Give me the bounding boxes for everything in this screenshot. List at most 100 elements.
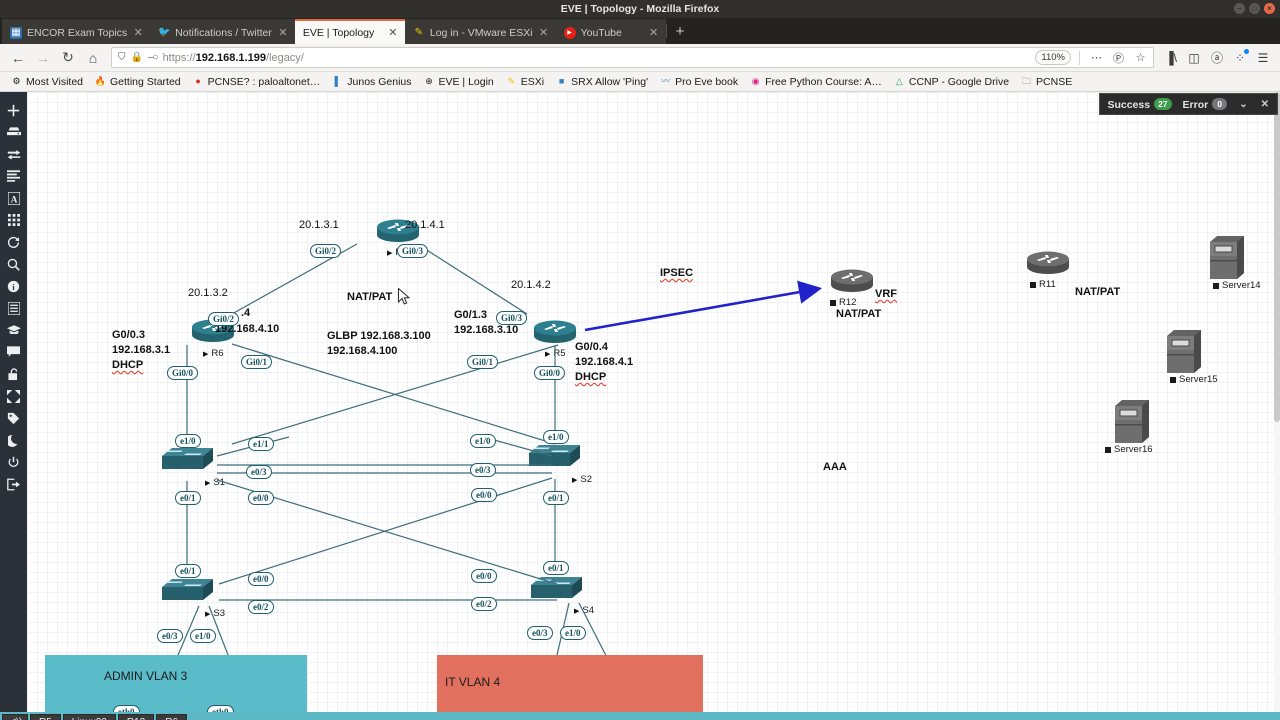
- iface-label[interactable]: Gi0/1: [241, 355, 273, 369]
- tab-eve-topology[interactable]: EVE | Topology ✕: [294, 19, 405, 44]
- bookmark-esxi[interactable]: ✎ ESXi: [501, 73, 549, 90]
- logs-icon[interactable]: [0, 297, 27, 319]
- tab-close-icon[interactable]: ✕: [648, 26, 660, 39]
- sound-icon[interactable]: ◀)): [2, 714, 28, 720]
- annotation-aaa[interactable]: AAA: [823, 461, 847, 473]
- url-bar[interactable]: ⛉ 🔒 –○ https://192.168.1.199/legacy/ 110…: [111, 47, 1154, 68]
- node-r12[interactable]: [829, 268, 875, 299]
- iface-label[interactable]: Gi0/0: [534, 366, 566, 380]
- bookmark-star-icon[interactable]: ☆: [1132, 49, 1149, 66]
- node-s2[interactable]: [529, 445, 580, 474]
- bookmark-eve-login[interactable]: ⊕ EVE | Login: [419, 73, 499, 90]
- unlock-icon[interactable]: [0, 363, 27, 385]
- text-object-icon[interactable]: A: [0, 187, 27, 209]
- annotation-g0-0-3[interactable]: G0/0.3: [112, 329, 145, 341]
- comment-icon[interactable]: [0, 341, 27, 363]
- iface-label[interactable]: e0/1: [175, 491, 201, 505]
- sidebars-icon[interactable]: ◫: [1184, 47, 1204, 69]
- info-icon[interactable]: i: [0, 275, 27, 297]
- node-r5[interactable]: [532, 319, 578, 350]
- scrollbar-thumb[interactable]: [1274, 92, 1280, 422]
- page-actions-icon[interactable]: ⋯: [1088, 49, 1105, 66]
- annotation-nat-pat-center[interactable]: NAT/PAT: [347, 291, 392, 303]
- annotation-vrf[interactable]: VRF: [875, 288, 897, 300]
- iface-label[interactable]: Gi0/0: [167, 366, 199, 380]
- grid-icon[interactable]: [0, 209, 27, 231]
- add-object-icon[interactable]: [0, 99, 27, 121]
- bookmark-ccnp-google-drive[interactable]: △ CCNP - Google Drive: [889, 73, 1014, 90]
- taskbar-window-linux30[interactable]: Linux30: [62, 714, 116, 720]
- annotation-dhcp-right[interactable]: DHCP: [575, 371, 606, 383]
- iface-label[interactable]: e0/1: [175, 564, 201, 578]
- annotation-nat-pat-r11[interactable]: NAT/PAT: [1075, 286, 1120, 298]
- tab-close-icon[interactable]: ✕: [387, 26, 399, 39]
- taskbar-window-r13[interactable]: R13: [117, 714, 155, 720]
- bookmark-srx-allow-ping[interactable]: ■ SRX Allow 'Ping': [551, 73, 653, 90]
- annotation-20-1-4-1[interactable]: 20.1.4.1: [405, 219, 445, 231]
- minimize-button[interactable]: –: [1234, 3, 1245, 14]
- annotation-20-1-4-2[interactable]: 20.1.4.2: [511, 279, 551, 291]
- reload-button[interactable]: ↻: [57, 47, 79, 69]
- iface-label[interactable]: Gi0/2: [208, 312, 240, 326]
- network-icon[interactable]: [0, 143, 27, 165]
- annotation-g0-1-3[interactable]: G0/1.3: [454, 309, 487, 321]
- node-s4[interactable]: [531, 577, 582, 606]
- iface-label[interactable]: e0/1: [543, 491, 569, 505]
- close-button[interactable]: ×: [1264, 3, 1275, 14]
- bookmark-getting-started[interactable]: 🔥 Getting Started: [90, 73, 186, 90]
- iface-label[interactable]: eth0: [113, 705, 140, 712]
- iface-label[interactable]: e0/0: [248, 572, 274, 586]
- annotation-nat-pat-r12[interactable]: NAT/PAT: [836, 308, 881, 320]
- annotation-192-168-3-10[interactable]: 192.168.3.10: [454, 324, 518, 336]
- bookmark-free-python-course[interactable]: ◉ Free Python Course: A…: [745, 73, 887, 90]
- iface-label[interactable]: e0/3: [157, 629, 183, 643]
- annotation-dot4[interactable]: .4: [241, 307, 250, 319]
- node-s1[interactable]: [162, 448, 213, 477]
- annotation-20-1-3-1[interactable]: 20.1.3.1: [299, 219, 339, 231]
- iface-label[interactable]: e0/0: [471, 488, 497, 502]
- tracking-shield-icon[interactable]: ⛉: [118, 52, 126, 63]
- fullscreen-icon[interactable]: [0, 385, 27, 407]
- node-r11[interactable]: [1025, 250, 1071, 281]
- iface-label[interactable]: e1/0: [543, 430, 569, 444]
- iface-label[interactable]: e0/3: [470, 463, 496, 477]
- iface-label[interactable]: Gi0/1: [467, 355, 499, 369]
- tab-youtube[interactable]: ▶ YouTube ✕: [555, 19, 666, 44]
- annotation-g0-0-4[interactable]: G0/0.4: [575, 341, 608, 353]
- tab-notifications-twitter[interactable]: 🐦 Notifications / Twitter ✕: [150, 19, 295, 44]
- annotation-glbp[interactable]: GLBP GLBP 192.168.3.100192.168.3.100: [327, 330, 431, 342]
- iface-label[interactable]: Gi0/2: [310, 244, 342, 258]
- iface-label[interactable]: Gi0/3: [397, 244, 429, 258]
- bookmark-most-visited[interactable]: ⚙ Most Visited: [6, 73, 88, 90]
- notification-panel[interactable]: Success 27 Error 0 ⌄ ✕: [1099, 93, 1278, 115]
- iface-label[interactable]: e0/3: [246, 465, 272, 479]
- permissions-icon[interactable]: –○: [148, 52, 159, 63]
- iface-label[interactable]: e1/0: [470, 434, 496, 448]
- graduation-cap-icon[interactable]: [0, 319, 27, 341]
- bookmark-junos-genius[interactable]: ▌ Junos Genius: [327, 73, 416, 90]
- close-icon[interactable]: ✕: [1260, 99, 1270, 110]
- tab-vmware-esxi[interactable]: ✎ Log in - VMware ESXi ✕: [404, 19, 556, 44]
- home-button[interactable]: ⌂: [82, 47, 104, 69]
- tab-close-icon[interactable]: ✕: [538, 26, 550, 39]
- power-icon[interactable]: [0, 451, 27, 473]
- nodes-icon[interactable]: [0, 121, 27, 143]
- logout-icon[interactable]: [0, 473, 27, 495]
- node-server15[interactable]: [1167, 330, 1201, 379]
- extensions-icon[interactable]: ⁘: [1230, 47, 1250, 69]
- forward-button[interactable]: →: [32, 47, 54, 69]
- vlan-box-it[interactable]: IT VLAN 4: [437, 655, 703, 712]
- bookmark-folder-pcnse[interactable]: 🗀 PCNSE: [1016, 73, 1077, 90]
- annotation-dhcp-left[interactable]: DHCP: [112, 359, 143, 371]
- app-menu-icon[interactable]: ☰: [1253, 47, 1273, 69]
- canvas-scrollbar-vertical[interactable]: [1274, 92, 1280, 712]
- tag-icon[interactable]: [0, 407, 27, 429]
- topology-canvas[interactable]: ADMIN VLAN 3 IT VLAN 4 ▶ R13: [27, 92, 1280, 712]
- tab-close-icon[interactable]: ✕: [277, 26, 289, 39]
- bookmark-pcnse-paloalto[interactable]: ● PCNSE? : paloaltonet…: [188, 73, 326, 90]
- vlan-box-admin[interactable]: ADMIN VLAN 3: [45, 655, 307, 712]
- iface-label[interactable]: e0/2: [471, 597, 497, 611]
- annotation-192-168-4-1[interactable]: 192.168.4.1: [575, 356, 633, 368]
- annotation-ipsec[interactable]: IPSEC: [660, 267, 693, 279]
- taskbar-window-r6[interactable]: R6: [156, 714, 187, 720]
